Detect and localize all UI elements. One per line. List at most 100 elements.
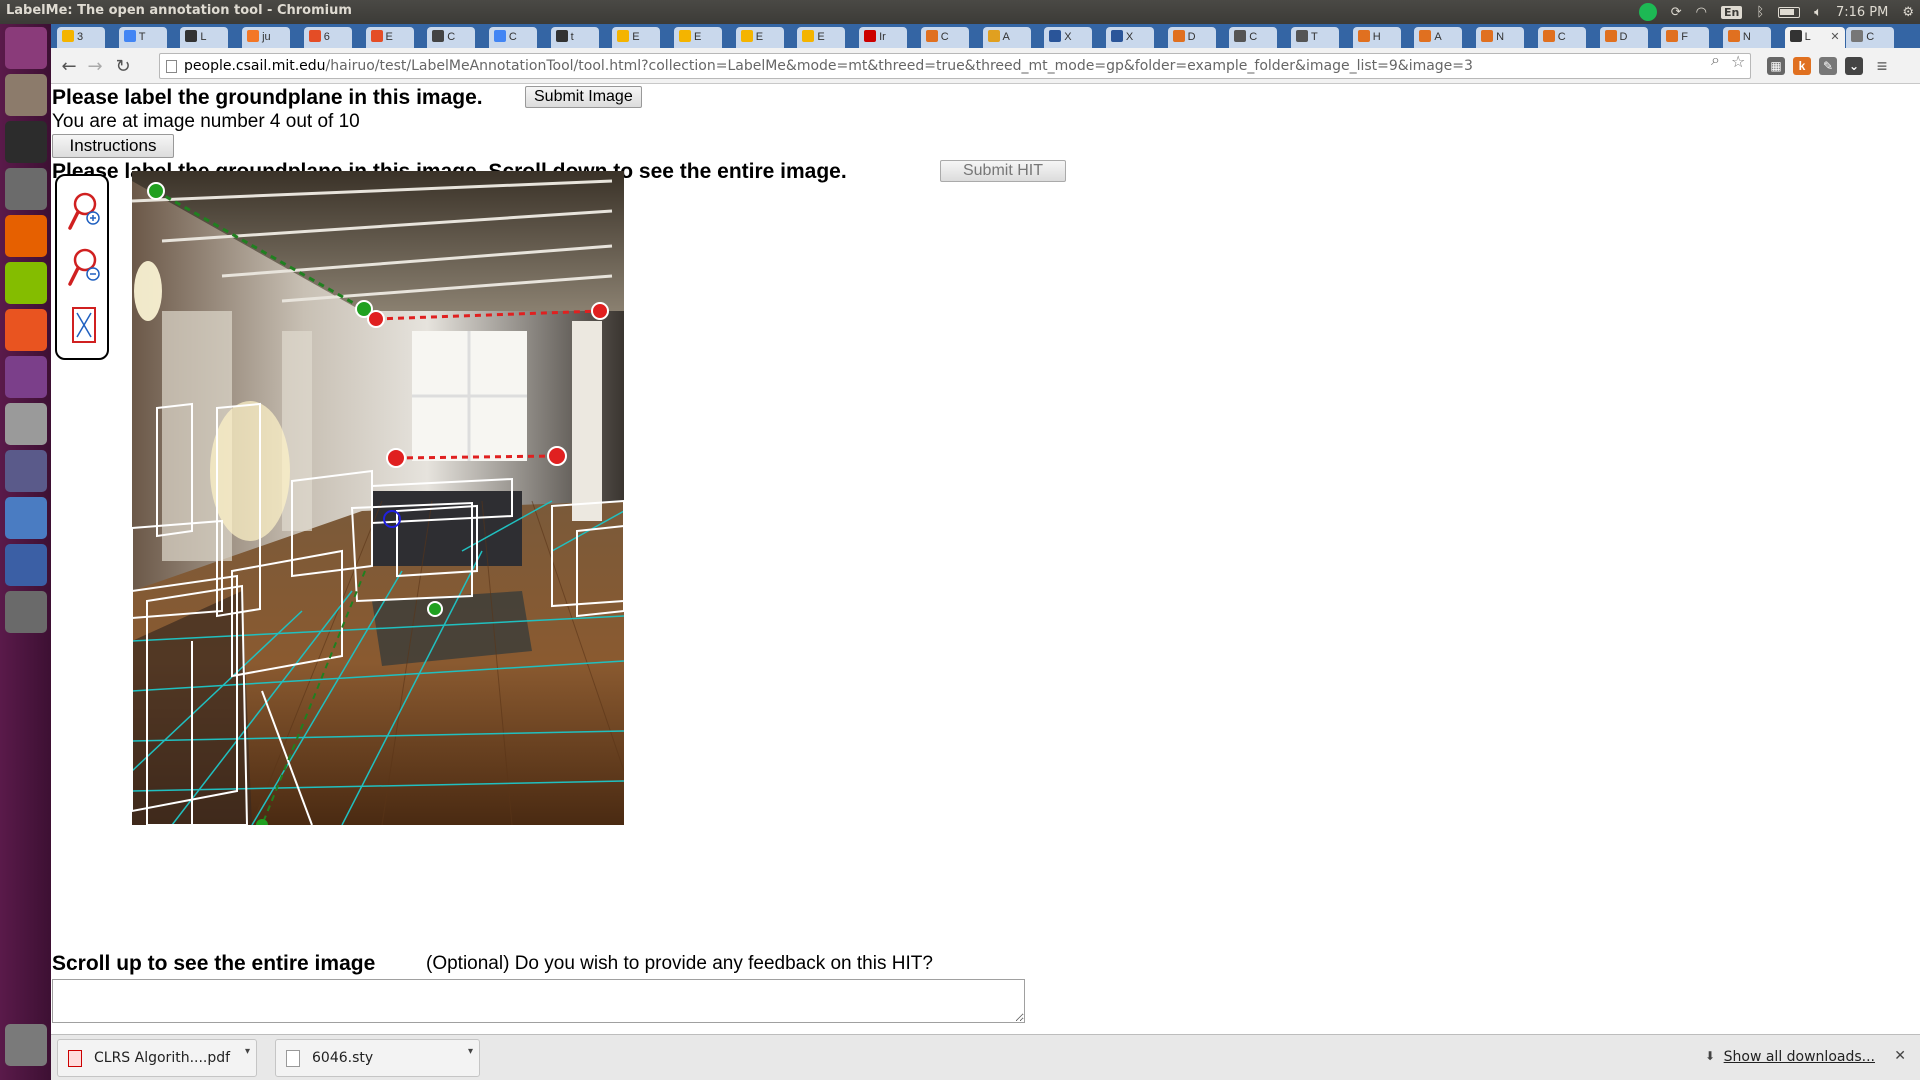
software-updater-icon[interactable] xyxy=(5,591,47,633)
search-icon[interactable]: ⌕ xyxy=(1711,52,1720,70)
battery-icon[interactable] xyxy=(1778,6,1801,18)
browser-tab[interactable]: F xyxy=(1661,27,1710,48)
browser-tab[interactable]: X xyxy=(1044,27,1093,48)
top-panel: LabelMe: The open annotation tool - Chro… xyxy=(0,0,1920,24)
browser-tab[interactable]: E xyxy=(735,27,784,48)
browser-tab[interactable]: Ir xyxy=(859,27,908,48)
browser-tab[interactable]: D xyxy=(1599,27,1648,48)
browser-tab[interactable]: t xyxy=(550,27,599,48)
gear-icon[interactable]: ⚙ xyxy=(1902,5,1914,20)
page-icon xyxy=(166,60,177,73)
extension-badge-icon[interactable]: ✎ xyxy=(1819,57,1837,75)
forward-button[interactable]: → xyxy=(83,54,107,78)
browser-tab[interactable]: A xyxy=(1414,27,1463,48)
browser-tab[interactable]: C xyxy=(427,27,476,48)
browser-tab[interactable]: T xyxy=(1291,27,1339,48)
image-counter: You are at image number 4 out of 10 xyxy=(52,111,360,132)
submit-image-button[interactable]: Submit Image xyxy=(525,86,642,108)
zoom-toolbar xyxy=(55,174,109,360)
browser-tab[interactable]: E xyxy=(612,27,661,48)
browser-tab[interactable]: 6 xyxy=(303,27,352,48)
red-guide-line-middle xyxy=(395,454,558,460)
sync-indicator-icon[interactable]: ⟳ xyxy=(1671,5,1682,20)
browser-tab[interactable]: N xyxy=(1476,27,1525,48)
k-extension-icon[interactable]: k xyxy=(1793,57,1811,75)
browser-tab[interactable]: ju xyxy=(242,27,291,48)
favicon-icon xyxy=(1172,30,1185,42)
tab-label: 6 xyxy=(323,31,330,43)
favicon-icon xyxy=(1357,30,1370,42)
unity-launcher xyxy=(0,24,51,1080)
browser-toolbar: ← → ↻ people.csail.mit.edu/hairuo/test/L… xyxy=(51,48,1920,84)
software-center-icon[interactable] xyxy=(5,309,47,351)
favicon-icon xyxy=(555,30,568,42)
download-item[interactable]: CLRS Algorith....pdf ▾ xyxy=(57,1039,257,1077)
annotation-canvas[interactable] xyxy=(132,171,624,825)
back-button[interactable]: ← xyxy=(57,54,81,78)
close-tab-icon[interactable]: ✕ xyxy=(1830,30,1839,43)
chevron-down-icon[interactable]: ▾ xyxy=(245,1046,250,1057)
tab-label: C xyxy=(447,31,456,43)
spotify-indicator-icon[interactable] xyxy=(1638,3,1657,21)
keyboard-layout-indicator[interactable]: En xyxy=(1720,5,1743,19)
show-all-downloads-link[interactable]: Show all downloads... xyxy=(1724,1049,1875,1065)
ubuntu-dash-icon[interactable] xyxy=(5,27,47,69)
browser-tab[interactable]: L xyxy=(180,27,229,48)
favicon-icon xyxy=(1296,30,1308,42)
favicon-icon xyxy=(1049,30,1062,42)
favicon-icon xyxy=(987,30,1000,42)
browser-tab[interactable]: C xyxy=(488,27,537,48)
text-editor-icon[interactable] xyxy=(5,450,47,492)
shotwell-icon[interactable] xyxy=(5,544,47,586)
chromium-icon[interactable] xyxy=(5,497,47,539)
bookmark-star-icon[interactable]: ☆ xyxy=(1731,52,1745,72)
extension-icon[interactable]: ▦ xyxy=(1767,57,1785,75)
wifi-icon[interactable]: ◠ xyxy=(1696,5,1707,20)
files-icon[interactable] xyxy=(5,74,47,116)
tab-label: F xyxy=(1681,31,1688,43)
chevron-down-icon[interactable]: ▾ xyxy=(468,1046,473,1057)
browser-tab[interactable]: E xyxy=(674,27,722,48)
browser-tab[interactable]: C xyxy=(1846,27,1895,48)
zoom-out-icon[interactable] xyxy=(67,246,101,290)
browser-tab[interactable]: A xyxy=(982,27,1031,48)
instructions-button[interactable]: Instructions xyxy=(52,134,174,158)
browser-tab[interactable]: D xyxy=(1167,27,1216,48)
firefox-icon[interactable] xyxy=(5,215,47,257)
feedback-textarea[interactable] xyxy=(52,979,1025,1023)
terminal-icon[interactable] xyxy=(5,121,47,163)
submit-hit-button[interactable]: Submit HIT xyxy=(940,160,1066,182)
browser-tab[interactable]: X xyxy=(1105,27,1154,48)
system-settings-icon[interactable] xyxy=(5,168,47,210)
close-icon[interactable]: ✕ xyxy=(1894,1047,1906,1064)
fit-to-screen-icon[interactable] xyxy=(67,304,101,348)
trash-icon[interactable] xyxy=(5,1024,47,1066)
browser-tab[interactable]: 3 xyxy=(57,27,105,48)
tab-label: T xyxy=(1311,31,1318,43)
page-content: Please label the groundplane in this ima… xyxy=(51,84,1920,1034)
browser-tab[interactable]: C xyxy=(920,27,969,48)
browser-tab[interactable]: E xyxy=(797,27,846,48)
browser-tab[interactable]: L ✕ xyxy=(1784,27,1845,48)
browser-tab[interactable]: N xyxy=(1722,27,1771,48)
browser-tab[interactable]: E xyxy=(365,27,414,48)
pocket-icon[interactable]: ⌄ xyxy=(1845,57,1863,75)
disks-icon[interactable] xyxy=(5,403,47,445)
indicator-area: ⟳ ◠ En ᛒ 🔈︎ 7:16 PM ⚙ xyxy=(1638,0,1914,24)
browser-tab[interactable]: T xyxy=(118,27,167,48)
zoom-in-icon[interactable] xyxy=(67,190,101,234)
clock[interactable]: 7:16 PM xyxy=(1836,5,1888,20)
download-filename: CLRS Algorith....pdf xyxy=(94,1050,231,1066)
spotify-icon[interactable] xyxy=(5,262,47,304)
bluetooth-icon[interactable]: ᛒ xyxy=(1756,5,1764,20)
download-item[interactable]: 6046.sty ▾ xyxy=(275,1039,480,1077)
browser-tab[interactable]: H xyxy=(1352,27,1401,48)
unity-tweak-icon[interactable] xyxy=(5,356,47,398)
tab-label: E xyxy=(817,31,825,43)
browser-tab[interactable]: C xyxy=(1229,27,1278,48)
browser-tab[interactable]: C xyxy=(1537,27,1586,48)
reload-button[interactable]: ↻ xyxy=(111,54,135,78)
menu-icon[interactable]: ≡ xyxy=(1873,56,1891,76)
address-bar[interactable]: people.csail.mit.edu/hairuo/test/LabelMe… xyxy=(159,53,1751,79)
volume-icon[interactable]: 🔈︎ xyxy=(1814,5,1822,20)
